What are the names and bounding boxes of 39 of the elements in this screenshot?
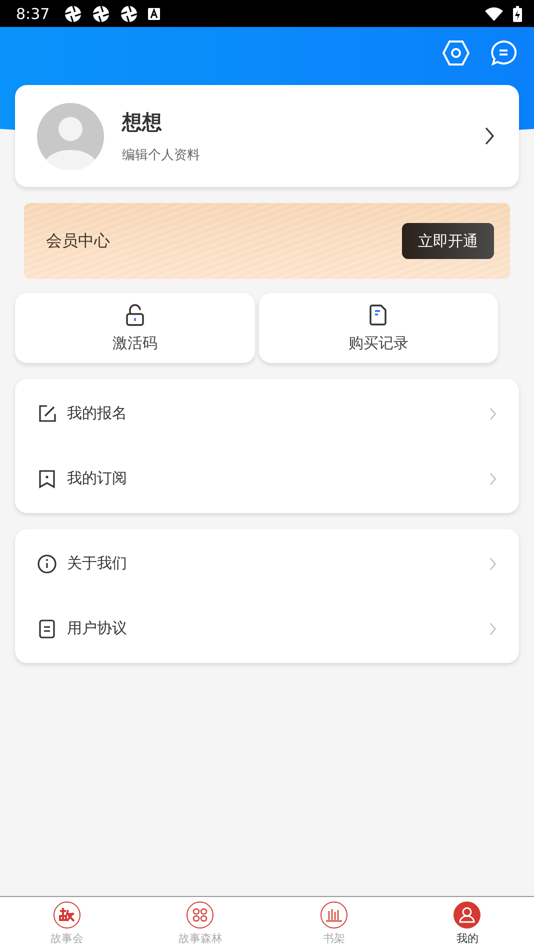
nav-tab[interactable]: 我的: [400, 897, 534, 950]
receipt-icon: [369, 304, 388, 326]
settings-icon[interactable]: [442, 40, 470, 66]
quick-action-card[interactable]: 购买记录: [258, 293, 498, 363]
message-icon[interactable]: [490, 40, 517, 66]
notification-icon: [92, 4, 110, 22]
quick-action-label: 购买记录: [348, 334, 408, 352]
subscribe-button[interactable]: 立即开通: [402, 223, 494, 259]
chevron-right-icon: [489, 622, 497, 636]
profile-card[interactable]: 想想 编辑个人资料: [15, 85, 519, 187]
menu-item[interactable]: 我的报名: [67, 404, 480, 423]
wifi-icon: [485, 6, 503, 20]
grid-icon: [186, 901, 214, 929]
avatar: [37, 102, 104, 170]
edit-profile-text: 编辑个人资料: [122, 146, 201, 164]
chevron-right-icon: [489, 472, 497, 486]
membership-title: 会员中心: [46, 230, 110, 252]
document-icon: [37, 618, 57, 638]
seal-icon: [52, 901, 81, 929]
chevron-right-icon: [489, 556, 497, 570]
bookshelf-icon: [320, 901, 348, 929]
app-notification-icon: [148, 8, 160, 20]
user-icon: [453, 901, 482, 929]
user-name: 想想: [122, 108, 163, 136]
menu-item[interactable]: 用户协议: [67, 619, 480, 638]
lock-icon: [124, 304, 145, 326]
battery-icon: [513, 6, 522, 22]
menu-item[interactable]: 我的订阅: [67, 469, 480, 488]
chevron-right-icon: [484, 126, 495, 146]
menu-item[interactable]: 关于我们: [67, 554, 480, 573]
notification-icon: [120, 4, 138, 22]
edit-icon: [37, 404, 57, 424]
notification-icon: [64, 4, 82, 22]
bookmark-icon: [37, 468, 57, 488]
status-time: 8:37: [16, 4, 50, 22]
chevron-right-icon: [489, 406, 497, 420]
quick-action-label: 激活码: [112, 334, 158, 352]
info-icon: [37, 554, 57, 574]
quick-action-card[interactable]: 激活码: [15, 293, 254, 363]
